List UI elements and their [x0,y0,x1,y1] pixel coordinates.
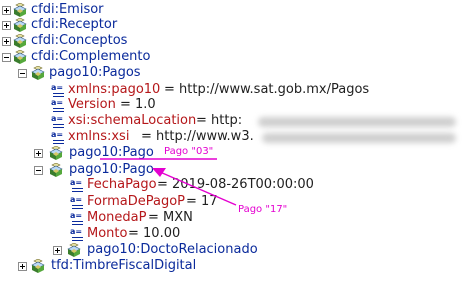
element-icon [31,66,45,80]
attribute-icon: a= [51,115,65,129]
attribute-icon: a= [70,196,84,210]
attribute-xmlns-pago10[interactable]: a= xmlns:pago10 = http://www.sat.gob.mx/… [0,82,420,98]
attribute-name: FormaDePagoP [87,194,185,209]
attribute-icon: a= [51,84,65,98]
element-icon [67,243,81,257]
attribute-schema-location[interactable]: a= xsi:schemaLocation = http: [0,113,462,129]
attribute-value: = 17 [186,194,218,209]
attribute-name: xsi:schemaLocation [68,113,197,128]
node-label: tfd:TimbreFiscalDigital [51,258,197,273]
annotation-pago-03: Pago "03" [164,146,214,157]
tree-node-complemento[interactable]: cfdi:Complemento [0,49,200,65]
node-label: pago10:Pago [69,145,154,160]
expand-toggle[interactable] [2,21,11,30]
element-icon [13,34,27,48]
node-label: cfdi:Complemento [31,49,151,64]
attribute-name: Monto [87,226,128,241]
node-label: cfdi:Receptor [31,17,118,32]
attribute-xmlns-xsi[interactable]: a= xmlns:xsi = http://www.w3. [0,129,462,145]
expand-toggle[interactable] [18,262,27,271]
node-label: pago10:Pagos [49,65,141,80]
redacted-value [262,133,456,143]
node-label: pago10:Pago [69,162,154,177]
node-label: pago10:DoctoRelacionado [87,242,258,257]
node-label: cfdi:Emisor [31,2,104,17]
annotation-pago-17: Pago "17" [238,204,288,215]
attribute-value: = 10.00 [128,226,181,241]
attribute-value: = MXN [148,210,193,225]
attribute-version[interactable]: a= Version = 1.0 [0,97,200,113]
redacted-value [258,117,456,127]
element-icon [13,50,27,64]
attribute-value: = 1.0 [120,97,156,112]
attribute-name: MonedaP [87,210,147,225]
expand-toggle[interactable] [2,6,11,15]
attribute-name: xmlns:xsi [68,129,130,144]
attribute-icon: a= [70,228,84,242]
attribute-value: = http://www.sat.gob.mx/Pagos [164,82,370,97]
expand-toggle[interactable] [34,149,43,158]
attribute-icon: a= [70,179,84,193]
element-icon [13,3,27,17]
collapse-toggle[interactable] [18,69,27,78]
collapse-toggle[interactable] [34,166,43,175]
attribute-name: xmlns:pago10 [68,82,161,97]
tree-node-emisor[interactable]: cfdi:Emisor [0,2,200,18]
attribute-name: FechaPago [87,177,157,192]
attribute-icon: a= [51,131,65,145]
attribute-fecha-pago[interactable]: a= FechaPago = 2019-08-26T00:00:00 [0,177,340,193]
attribute-value: = 2019-08-26T00:00:00 [157,177,314,192]
attribute-moneda[interactable]: a= MonedaP = MXN [0,210,220,226]
expand-toggle[interactable] [53,246,62,255]
attribute-value: = http: [196,113,243,128]
tree-node-receptor[interactable]: cfdi:Receptor [0,17,200,33]
attribute-forma-de-pago[interactable]: a= FormaDePagoP = 17 [0,194,240,210]
element-icon [49,163,63,177]
tree-node-docto-relacionado[interactable]: pago10:DoctoRelacionado [0,242,300,258]
attribute-value: = http://www.w3. [141,129,254,144]
tree-node-conceptos[interactable]: cfdi:Conceptos [0,33,200,49]
tree-node-pagos[interactable]: pago10:Pagos [0,65,220,81]
attribute-monto[interactable]: a= Monto = 10.00 [0,226,220,242]
attribute-icon: a= [51,99,65,113]
expand-toggle[interactable] [2,37,11,46]
element-icon [49,146,63,160]
element-icon [31,259,45,273]
node-label: cfdi:Conceptos [31,33,128,48]
attribute-icon: a= [70,212,84,226]
collapse-toggle[interactable] [2,53,11,62]
attribute-name: Version [68,97,116,112]
tree-node-pago-17[interactable]: pago10:Pago [0,162,200,178]
element-icon [13,18,27,32]
tree-node-timbre-fiscal[interactable]: tfd:TimbreFiscalDigital [0,258,240,274]
